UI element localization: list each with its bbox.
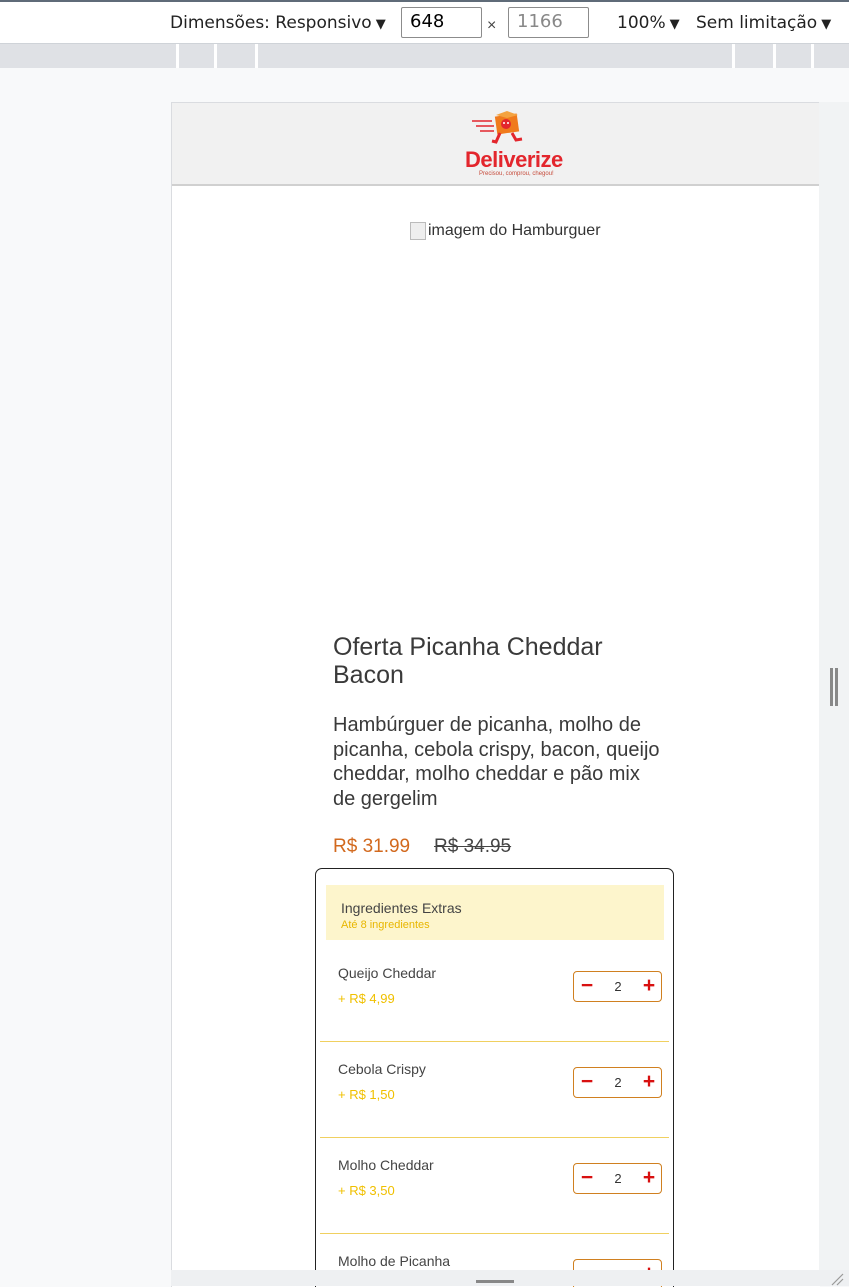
extra-item-price: + R$ 3,50	[338, 1183, 395, 1198]
product-description: Hambúrguer de picanha, molho de picanha,…	[333, 714, 660, 810]
device-viewport: Deliverize Precisou, comprou, chegou! im…	[171, 102, 820, 1287]
quantity-stepper: − 2 +	[573, 1163, 662, 1194]
product-price: R$ 31.99	[333, 836, 411, 857]
resize-corner-icon[interactable]	[830, 1272, 844, 1286]
ruler-tick	[773, 44, 776, 68]
extras-card: Ingredientes Extras Até 8 ingredientes Q…	[315, 868, 674, 1287]
extra-item-price: + R$ 4,99	[338, 991, 395, 1006]
devtools-right-gutter	[819, 102, 849, 1286]
viewport-resize-handle-bottom[interactable]	[476, 1280, 514, 1283]
logo-text: Deliverize	[465, 147, 563, 172]
throttle-dropdown[interactable]: Sem limitação ▼	[696, 13, 831, 33]
increment-button[interactable]: +	[638, 1069, 660, 1096]
quantity-value: 2	[614, 979, 622, 994]
media-query-ruler[interactable]	[0, 44, 849, 68]
increment-button[interactable]: +	[638, 973, 660, 1000]
extra-item-cebola-crispy: Cebola Crispy + R$ 1,50 − 2 +	[320, 1041, 669, 1138]
product-image-alt: imagem do Hamburguer	[428, 222, 601, 239]
extras-header: Ingredientes Extras Até 8 ingredientes	[326, 885, 664, 940]
viewport-resize-handle-right[interactable]	[830, 668, 833, 706]
extras-title: Ingredientes Extras	[341, 900, 462, 916]
broken-image-icon	[410, 222, 426, 240]
extra-item-queijo-cheddar: Queijo Cheddar + R$ 4,99 − 2 +	[320, 945, 669, 1042]
zoom-dropdown[interactable]: 100% ▼	[617, 13, 680, 33]
chevron-down-icon: ▼	[821, 17, 832, 32]
ruler-tick	[176, 44, 179, 68]
chevron-down-icon: ▼	[375, 17, 386, 32]
chevron-down-icon: ▼	[669, 17, 680, 32]
decrement-button[interactable]: −	[576, 973, 598, 1000]
quantity-stepper: − 2 +	[573, 971, 662, 1002]
product-title: Oferta Picanha Cheddar Bacon	[333, 633, 603, 689]
dimensions-dropdown[interactable]: Dimensões: Responsivo ▼	[170, 13, 386, 33]
ruler-tick	[811, 44, 814, 68]
times-icon: ×	[487, 17, 497, 34]
devtools-bottom-gutter	[171, 1270, 849, 1286]
ruler-tick	[214, 44, 217, 68]
delivery-mascot-icon	[472, 111, 523, 144]
height-input[interactable]: 1166	[508, 7, 589, 38]
extra-item-molho-cheddar: Molho Cheddar + R$ 3,50 − 2 +	[320, 1137, 669, 1234]
extra-item-price: + R$ 1,50	[338, 1087, 395, 1102]
quantity-value: 2	[614, 1171, 622, 1186]
quantity-value: 2	[614, 1075, 622, 1090]
app-header: Deliverize Precisou, comprou, chegou!	[172, 103, 820, 186]
product-old-price: R$ 34.95	[434, 836, 512, 857]
product-image: imagem do Hamburguer	[410, 222, 601, 240]
devtools-device-toolbar: Dimensões: Responsivo ▼ 648 × 1166 100% ▼ …	[0, 0, 849, 44]
extra-item-name: Molho de Picanha	[338, 1253, 451, 1269]
extra-item-name: Queijo Cheddar	[338, 965, 437, 981]
zoom-label: 100%	[617, 13, 666, 33]
decrement-button[interactable]: −	[576, 1165, 598, 1192]
extra-item-name: Molho Cheddar	[338, 1157, 434, 1173]
decrement-button[interactable]: −	[576, 1069, 598, 1096]
ruler-tick	[255, 44, 258, 68]
deliverize-logo[interactable]: Deliverize Precisou, comprou, chegou!	[462, 109, 572, 179]
width-input[interactable]: 648	[401, 7, 482, 38]
extra-item-name: Cebola Crispy	[338, 1061, 426, 1077]
increment-button[interactable]: +	[638, 1165, 660, 1192]
extras-subtitle: Até 8 ingredientes	[341, 919, 430, 931]
logo-tagline: Precisou, comprou, chegou!	[479, 171, 554, 177]
quantity-stepper: − 2 +	[573, 1067, 662, 1098]
throttle-label: Sem limitação	[696, 13, 818, 33]
ruler-tick	[732, 44, 735, 68]
dimensions-label: Dimensões: Responsivo	[170, 13, 372, 33]
